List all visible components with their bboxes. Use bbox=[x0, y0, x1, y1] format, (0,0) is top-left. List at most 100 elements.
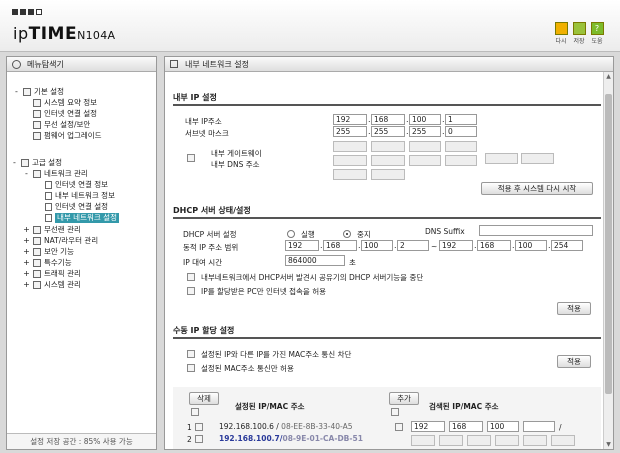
detected-select-checkbox[interactable] bbox=[391, 408, 399, 416]
row-1-checkbox[interactable] bbox=[195, 423, 203, 431]
help-button[interactable]: ? 도움 bbox=[589, 22, 605, 45]
mask-octet-1[interactable]: 255 bbox=[333, 126, 367, 137]
system-icon bbox=[33, 281, 41, 289]
detected-mac-3[interactable] bbox=[467, 435, 491, 446]
scroll-thumb[interactable] bbox=[605, 94, 612, 394]
detected-row-checkbox[interactable] bbox=[395, 423, 403, 431]
scrollbar[interactable]: ▲ ▼ bbox=[603, 72, 613, 449]
dhcp-stop-radio[interactable] bbox=[343, 230, 351, 238]
range-start-octet-4[interactable]: 2 bbox=[397, 240, 429, 251]
section-manual-ip: 수동 IP 할당 설정 bbox=[173, 325, 601, 339]
range-start-octet-2[interactable]: 168 bbox=[323, 240, 357, 251]
tree-system-summary[interactable]: 시스템 요약 정보 bbox=[33, 98, 97, 108]
gateway-octet-4[interactable] bbox=[445, 141, 477, 152]
dhcp-stop-label: 중지 bbox=[357, 230, 371, 239]
mask-octet-4[interactable]: 0 bbox=[445, 126, 477, 137]
tree-wireless-management[interactable]: + 무선랜 관리 bbox=[23, 225, 81, 235]
window-icon bbox=[170, 60, 178, 68]
gateway-octet-2[interactable] bbox=[371, 141, 405, 152]
dns1-octet-3[interactable] bbox=[409, 155, 441, 166]
dns2-octet-3[interactable] bbox=[485, 153, 518, 164]
block-mismatch-checkbox[interactable] bbox=[187, 350, 195, 358]
range-end-octet-3[interactable]: 100 bbox=[515, 240, 547, 251]
dns2-octet-1[interactable] bbox=[333, 169, 367, 180]
tree-internet-setup[interactable]: 인터넷 연결 설정 bbox=[45, 202, 108, 212]
tree-lan-info[interactable]: 내부 네트워크 정보 bbox=[45, 191, 115, 201]
scroll-up-icon[interactable]: ▲ bbox=[605, 73, 612, 81]
dns1-octet-4[interactable] bbox=[445, 155, 477, 166]
tree-basic-settings[interactable]: - 기본 설정 bbox=[13, 87, 64, 97]
detected-octet-1[interactable]: 192 bbox=[411, 421, 445, 432]
scroll-down-icon[interactable]: ▼ bbox=[605, 441, 612, 449]
range-end-octet-1[interactable]: 192 bbox=[439, 240, 473, 251]
dhcp-conflict-checkbox[interactable] bbox=[187, 273, 195, 281]
tree-traffic-management[interactable]: + 트래픽 관리 bbox=[23, 269, 81, 279]
detected-mac-1[interactable] bbox=[411, 435, 435, 446]
tree-special-features[interactable]: + 특수기능 bbox=[23, 258, 72, 268]
add-button[interactable]: 추가 bbox=[389, 392, 419, 405]
ip-octet-4[interactable]: 1 bbox=[445, 114, 477, 125]
tree-internet-info[interactable]: 인터넷 연결 정보 bbox=[45, 180, 108, 190]
mask-octet-2[interactable]: 255 bbox=[371, 126, 405, 137]
dhcp-server-label: DHCP 서버 설정 bbox=[183, 230, 237, 239]
lease-time-input[interactable]: 864000 bbox=[285, 255, 345, 266]
save-button[interactable]: 저장 bbox=[571, 22, 587, 45]
allow-only-mac-checkbox[interactable] bbox=[187, 364, 195, 372]
range-start-octet-1[interactable]: 192 bbox=[285, 240, 319, 251]
manual-gateway-checkbox[interactable] bbox=[187, 154, 195, 162]
tree-security[interactable]: + 보안 기능 bbox=[23, 247, 74, 257]
summary-icon bbox=[33, 99, 41, 107]
select-all-checkbox[interactable] bbox=[191, 408, 199, 416]
detected-mac-2[interactable] bbox=[439, 435, 463, 446]
dns1-octet-2[interactable] bbox=[371, 155, 405, 166]
dns2-octet-2[interactable] bbox=[371, 169, 405, 180]
row-2-checkbox[interactable] bbox=[195, 435, 203, 443]
reload-button[interactable]: 다시 bbox=[553, 22, 569, 45]
detected-octet-3[interactable]: 100 bbox=[487, 421, 519, 432]
firmware-icon bbox=[33, 132, 41, 140]
range-start-octet-3[interactable]: 100 bbox=[361, 240, 393, 251]
tree-system-management[interactable]: + 시스템 관리 bbox=[23, 280, 81, 290]
detected-mac-4[interactable] bbox=[495, 435, 519, 446]
wireless-icon bbox=[33, 226, 41, 234]
tree-firmware-upgrade[interactable]: 펌웨어 업그레이드 bbox=[33, 131, 102, 141]
gateway-octet-1[interactable] bbox=[333, 141, 367, 152]
tree-nat-router[interactable]: + NAT/라우터 관리 bbox=[23, 236, 98, 246]
page-icon bbox=[45, 192, 52, 200]
menu-explorer-panel: 메뉴탐색기 - 기본 설정 시스템 요약 정보 인터넷 연결 설정 무선 설정/보… bbox=[6, 56, 157, 450]
tree-network-management[interactable]: - 네트워크 관리 bbox=[23, 169, 88, 179]
ip-octet-2[interactable]: 168 bbox=[371, 114, 405, 125]
configured-header: 설정된 IP/MAC 주소 bbox=[235, 402, 305, 411]
dhcp-only-label: IP를 할당받은 PC만 인터넷 접속을 허용 bbox=[201, 287, 327, 296]
dns1-octet-1[interactable] bbox=[333, 155, 367, 166]
traffic-icon bbox=[33, 270, 41, 278]
dns2-octet-4[interactable] bbox=[521, 153, 554, 164]
dns-suffix-input[interactable] bbox=[479, 225, 593, 236]
folder-icon bbox=[23, 88, 31, 96]
tree-lan-setup[interactable]: 내부 네트워크 설정 bbox=[45, 213, 119, 223]
section-dhcp: DHCP 서버 상태/설정 bbox=[173, 205, 601, 219]
dhcp-run-radio[interactable] bbox=[287, 230, 295, 238]
ip-octet-3[interactable]: 100 bbox=[409, 114, 441, 125]
range-end-octet-2[interactable]: 168 bbox=[477, 240, 511, 251]
manual-apply-button[interactable]: 적용 bbox=[557, 355, 591, 368]
apply-restart-button[interactable]: 적용 후 시스템 다시 시작 bbox=[481, 182, 593, 195]
tree-wireless-security[interactable]: 무선 설정/보안 bbox=[33, 120, 90, 130]
detected-mac-5[interactable] bbox=[523, 435, 547, 446]
folder-icon bbox=[21, 159, 29, 167]
detected-mac-6[interactable] bbox=[551, 435, 575, 446]
detected-octet-2[interactable]: 168 bbox=[449, 421, 483, 432]
dhcp-only-checkbox[interactable] bbox=[187, 287, 195, 295]
page-icon bbox=[45, 214, 52, 222]
save-icon bbox=[572, 22, 586, 35]
tree-advanced-settings[interactable]: - 고급 설정 bbox=[11, 158, 62, 168]
gateway-octet-3[interactable] bbox=[409, 141, 441, 152]
range-end-octet-4[interactable]: 254 bbox=[551, 240, 583, 251]
dhcp-apply-button[interactable]: 적용 bbox=[557, 302, 591, 315]
ip-octet-1[interactable]: 192 bbox=[333, 114, 367, 125]
tree-internet-setup-basic[interactable]: 인터넷 연결 설정 bbox=[33, 109, 97, 119]
mask-octet-3[interactable]: 255 bbox=[409, 126, 441, 137]
app-header: ipTIMEN104A 다시 저장 ? 도움 bbox=[0, 0, 620, 52]
delete-button[interactable]: 삭제 bbox=[189, 392, 219, 405]
detected-octet-4[interactable] bbox=[523, 421, 555, 432]
